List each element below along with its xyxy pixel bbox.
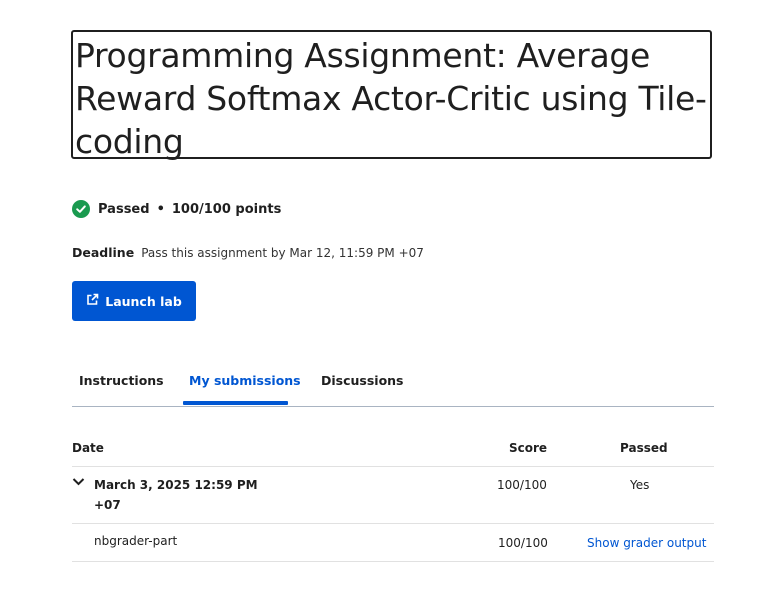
submissions-table: Date Score Passed March 3, 2025 12:59 PM… — [72, 432, 714, 562]
table-header: Date Score Passed — [72, 432, 714, 467]
launch-lab-label: Launch lab — [105, 293, 182, 309]
status-label: Passed — [98, 201, 150, 217]
part-score: 100/100 — [498, 536, 548, 550]
launch-lab-button[interactable]: Launch lab — [72, 281, 196, 321]
show-grader-output-link[interactable]: Show grader output — [587, 536, 706, 550]
tab-instructions[interactable]: Instructions — [79, 366, 164, 406]
tab-my-submissions[interactable]: My submissions — [189, 366, 301, 406]
submission-score: 100/100 — [497, 478, 547, 492]
deadline-label: Deadline — [72, 245, 135, 260]
title-box: Programming Assignment: Average Reward S… — [71, 30, 712, 161]
submission-date-line2: +07 — [94, 498, 121, 512]
check-circle-icon — [72, 200, 90, 218]
part-name: nbgrader-part — [94, 534, 178, 548]
tab-discussions[interactable]: Discussions — [321, 366, 404, 406]
points-label: 100/100 points — [171, 201, 282, 217]
table-row: nbgrader-part 100/100 Show grader output — [72, 524, 714, 562]
submission-date-line1: March 3, 2025 12:59 PM — [94, 478, 258, 492]
chevron-down-icon[interactable] — [72, 475, 85, 491]
deadline-text: Pass this assignment by Mar 12, 11:59 PM… — [141, 246, 424, 260]
status-row: Passed • 100/100 points — [72, 200, 281, 218]
table-row: March 3, 2025 12:59 PM +07 100/100 Yes — [72, 467, 714, 524]
page-title: Programming Assignment: Average Reward S… — [75, 36, 707, 161]
tab-bar: Instructions My submissions Discussions — [72, 366, 714, 407]
header-date: Date — [72, 441, 104, 455]
header-score: Score — [509, 441, 548, 455]
active-tab-indicator — [183, 401, 288, 405]
submission-passed: Yes — [630, 478, 650, 492]
submission-date: March 3, 2025 12:59 PM +07 — [94, 475, 258, 515]
separator-dot: • — [156, 201, 165, 217]
external-link-icon — [86, 293, 99, 309]
header-passed: Passed — [620, 441, 668, 455]
deadline-row: Deadline Pass this assignment by Mar 12,… — [72, 245, 424, 260]
